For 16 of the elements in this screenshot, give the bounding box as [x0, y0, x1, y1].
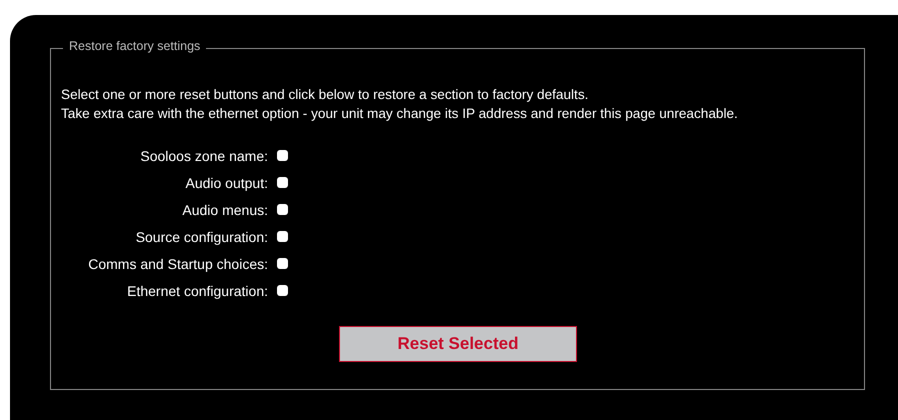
- option-label: Ethernet configuration:: [126, 282, 268, 298]
- reset-button[interactable]: Reset Selected: [339, 326, 577, 362]
- checkbox[interactable]: [277, 231, 288, 242]
- checkbox[interactable]: [277, 258, 288, 269]
- option-label: Audio output:: [184, 174, 268, 190]
- checkbox[interactable]: [277, 150, 288, 161]
- group-title: Restore factory settings: [63, 39, 206, 53]
- checkbox[interactable]: [277, 285, 288, 296]
- checkbox[interactable]: [277, 204, 288, 215]
- instruction-text: Take extra care with the ethernet option - your unit may change its IP address and render this page unreachable.: [61, 105, 739, 123]
- option-label: Source configuration:: [134, 228, 268, 244]
- option-label: Comms and Startup choices:: [87, 256, 268, 272]
- option-label: Sooloos zone name:: [139, 148, 268, 164]
- instruction-text: Select one or more reset buttons and click below to restore a section to factory defaults.: [61, 86, 590, 104]
- checkbox[interactable]: [277, 177, 288, 188]
- option-label: Audio menus:: [181, 202, 268, 218]
